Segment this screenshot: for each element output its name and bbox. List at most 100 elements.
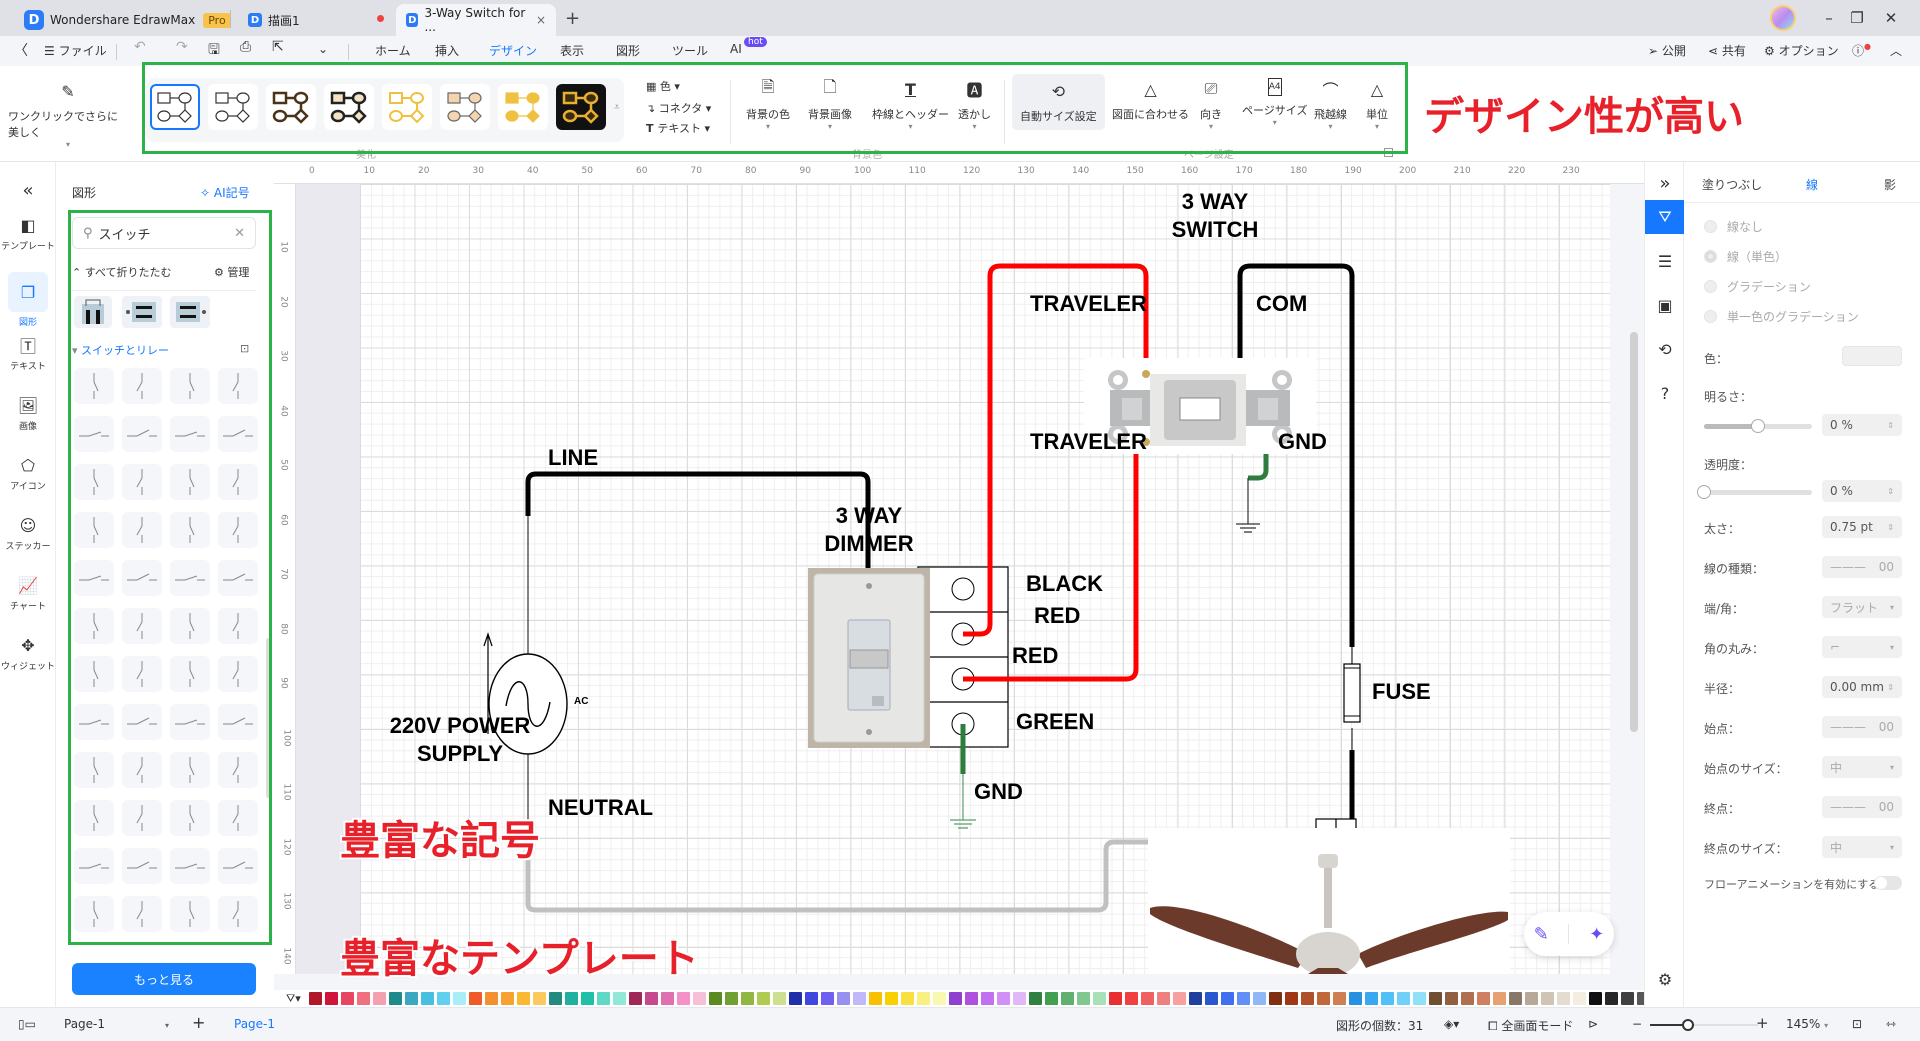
- tab-3way-switch[interactable]: D 3-Way Switch for ... ×: [396, 4, 556, 36]
- color-swatch[interactable]: [372, 992, 386, 1005]
- color-swatch[interactable]: [740, 992, 754, 1005]
- presentation-button[interactable]: ▣: [1645, 288, 1685, 322]
- menu-home[interactable]: ホーム: [375, 42, 411, 59]
- layers-button[interactable]: ◈▾: [1444, 1017, 1459, 1031]
- fuse-symbol[interactable]: [1343, 647, 1361, 750]
- save-icon[interactable]: 🖫: [208, 39, 220, 63]
- color-swatch[interactable]: [1140, 992, 1154, 1005]
- dimmer-switch-image[interactable]: [808, 568, 930, 748]
- color-swatch[interactable]: [1284, 992, 1298, 1005]
- undo-button[interactable]: ↶: [134, 39, 146, 55]
- brightness-input[interactable]: 0 % ⇕: [1822, 414, 1902, 436]
- color-swatch[interactable]: [1028, 992, 1042, 1005]
- properties-button[interactable]: ☰: [1645, 244, 1685, 278]
- color-swatch[interactable]: [1220, 992, 1234, 1005]
- user-avatar[interactable]: [1770, 5, 1796, 31]
- page-panel-toggle-icon[interactable]: ▯▭: [18, 1017, 36, 1031]
- color-swatch[interactable]: [484, 992, 498, 1005]
- flow-animation-toggle[interactable]: [1874, 876, 1902, 890]
- color-swatch[interactable]: [1092, 992, 1106, 1005]
- color-swatch[interactable]: [612, 992, 626, 1005]
- export-icon[interactable]: ⇱: [272, 39, 284, 55]
- color-swatch[interactable]: [996, 992, 1010, 1005]
- fill-bucket-icon[interactable]: ⛛▾: [286, 992, 301, 1006]
- page-select[interactable]: Page-1 ▾: [64, 1017, 169, 1031]
- color-swatch[interactable]: [1524, 992, 1538, 1005]
- add-page-button[interactable]: +: [192, 1013, 205, 1032]
- color-swatch[interactable]: [884, 992, 898, 1005]
- zoom-slider[interactable]: [1650, 1019, 1758, 1031]
- color-swatch[interactable]: [1044, 992, 1058, 1005]
- tab-drawing1[interactable]: D 描画1: [238, 4, 310, 36]
- settings-button[interactable]: ⚙: [1645, 962, 1685, 996]
- vertical-scrollbar[interactable]: [1630, 332, 1638, 732]
- dimmer-terminal-block[interactable]: [917, 566, 1009, 748]
- color-swatch[interactable]: [804, 992, 818, 1005]
- color-swatch[interactable]: [900, 992, 914, 1005]
- color-swatch[interactable]: [1300, 992, 1314, 1005]
- color-swatch[interactable]: [980, 992, 994, 1005]
- color-swatch[interactable]: [1332, 992, 1346, 1005]
- page-tab[interactable]: Page-1: [234, 1017, 275, 1031]
- menu-ai[interactable]: AI: [730, 42, 742, 56]
- color-swatch[interactable]: [1508, 992, 1522, 1005]
- start-size-select[interactable]: 中 ▾: [1822, 756, 1902, 778]
- rail-text[interactable]: 🅃 テキスト: [0, 334, 56, 372]
- color-swatch[interactable]: [1492, 992, 1506, 1005]
- radio-gradient[interactable]: グラデーション: [1704, 278, 1811, 295]
- publish-button[interactable]: ➢ 公開: [1648, 42, 1686, 59]
- color-swatch[interactable]: [500, 992, 514, 1005]
- color-swatch[interactable]: [580, 992, 594, 1005]
- color-swatch[interactable]: [1076, 992, 1090, 1005]
- tab-line[interactable]: 線: [1806, 176, 1818, 193]
- color-swatch[interactable]: [1540, 992, 1554, 1005]
- color-swatch[interactable]: [1396, 992, 1410, 1005]
- color-swatch[interactable]: [1012, 992, 1026, 1005]
- zoom-out-button[interactable]: −: [1632, 1017, 1642, 1031]
- expand-panel-button[interactable]: »: [1645, 166, 1685, 200]
- color-swatch[interactable]: [644, 992, 658, 1005]
- zoom-in-button[interactable]: +: [1756, 1014, 1769, 1032]
- drawing-page[interactable]: 3 WAY SWITCH TRAVELER COM TRAVELER GND L…: [340, 184, 1610, 982]
- fit-page-button[interactable]: ⊡: [1852, 1017, 1862, 1031]
- end-arrow-select[interactable]: ——— 00: [1822, 796, 1902, 818]
- one-click-beautify-button[interactable]: ✎ ワンクリックでさらに美しく ▾: [8, 80, 128, 150]
- rail-shapes[interactable]: ❐ 図形: [0, 272, 56, 328]
- menu-view[interactable]: 表示: [560, 42, 584, 59]
- radius-input[interactable]: 0.00 mm ⇕: [1822, 676, 1902, 698]
- close-window-button[interactable]: ✕: [1876, 6, 1906, 30]
- color-swatch[interactable]: [1588, 992, 1602, 1005]
- ai-symbol-button[interactable]: ✧ AI記号: [200, 184, 250, 201]
- share-button[interactable]: ⋖ 共有: [1708, 42, 1746, 59]
- menu-tools[interactable]: ツール: [672, 42, 708, 59]
- color-swatch[interactable]: [948, 992, 962, 1005]
- print-icon[interactable]: ⎙: [240, 39, 251, 55]
- help-button[interactable]: ⓘ●: [1852, 42, 1871, 59]
- color-swatch[interactable]: [532, 992, 546, 1005]
- color-swatch[interactable]: [1476, 992, 1490, 1005]
- color-swatch[interactable]: [404, 992, 418, 1005]
- brightness-slider[interactable]: [1704, 419, 1812, 433]
- tab-fill[interactable]: 塗りつぶし: [1702, 176, 1762, 193]
- menu-design[interactable]: デザイン: [489, 42, 538, 65]
- sparkle-icon[interactable]: ✦: [1589, 924, 1604, 945]
- color-swatch[interactable]: [1172, 992, 1186, 1005]
- more-shapes-button[interactable]: もっと見る: [72, 963, 256, 995]
- transparency-slider[interactable]: [1697, 485, 1812, 499]
- com-wire[interactable]: [1237, 263, 1355, 842]
- close-tab-icon[interactable]: ×: [536, 13, 546, 27]
- color-swatch[interactable]: [1604, 992, 1618, 1005]
- color-swatch[interactable]: [1572, 992, 1586, 1005]
- color-swatch[interactable]: [868, 992, 882, 1005]
- rail-stickers[interactable]: ☺ ステッカー: [0, 514, 56, 553]
- rail-widgets[interactable]: ✥ ウィジェット: [0, 634, 56, 673]
- rail-image[interactable]: 🖼 画像: [0, 394, 56, 433]
- start-arrow-select[interactable]: ——— 00: [1822, 716, 1902, 738]
- slider-knob[interactable]: [1751, 419, 1765, 433]
- color-swatch[interactable]: [1556, 992, 1570, 1005]
- restore-button[interactable]: ❐: [1842, 6, 1872, 30]
- color-swatch[interactable]: [1252, 992, 1266, 1005]
- color-swatch[interactable]: [564, 992, 578, 1005]
- color-swatch[interactable]: [340, 992, 354, 1005]
- color-swatch[interactable]: [420, 992, 434, 1005]
